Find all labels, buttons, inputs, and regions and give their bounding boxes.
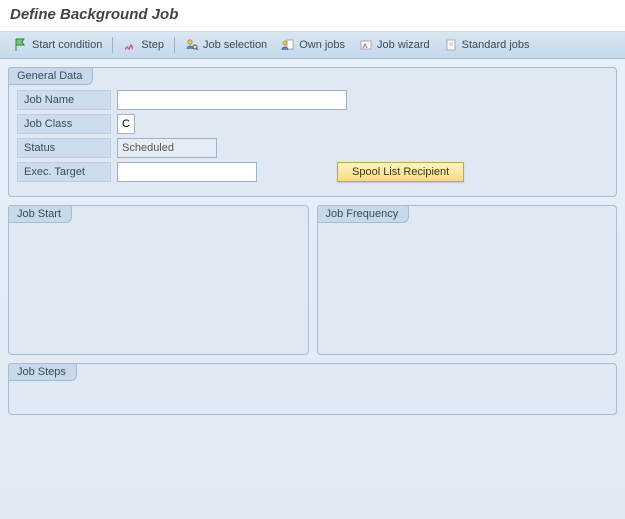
job-start-panel: Job Start bbox=[8, 205, 309, 355]
job-wizard-button[interactable]: Job wizard bbox=[353, 36, 436, 54]
job-selection-label: Job selection bbox=[203, 39, 267, 51]
own-jobs-label: Own jobs bbox=[299, 39, 345, 51]
page-title: Define Background Job bbox=[10, 6, 615, 23]
toolbar: Start condition Step Job selection Own j… bbox=[0, 32, 625, 59]
toolbar-separator bbox=[112, 37, 113, 53]
job-name-label: Job Name bbox=[17, 90, 111, 110]
person-doc-icon bbox=[281, 38, 295, 52]
wizard-icon bbox=[359, 38, 373, 52]
job-class-label: Job Class bbox=[17, 114, 111, 134]
job-frequency-panel: Job Frequency bbox=[317, 205, 618, 355]
general-data-title: General Data bbox=[8, 67, 93, 85]
job-steps-title: Job Steps bbox=[8, 363, 77, 381]
exec-target-input[interactable] bbox=[117, 162, 257, 182]
step-button[interactable]: Step bbox=[117, 36, 170, 54]
status-label: Status bbox=[17, 138, 111, 158]
page-header: Define Background Job bbox=[0, 0, 625, 32]
doc-icon bbox=[444, 38, 458, 52]
job-frequency-title: Job Frequency bbox=[317, 205, 410, 223]
standard-jobs-button[interactable]: Standard jobs bbox=[438, 36, 536, 54]
spool-list-recipient-button[interactable]: Spool List Recipient bbox=[337, 162, 464, 182]
own-jobs-button[interactable]: Own jobs bbox=[275, 36, 351, 54]
person-search-icon bbox=[185, 38, 199, 52]
start-condition-button[interactable]: Start condition bbox=[8, 36, 108, 54]
content-area: General Data Job Name Job Class Status E… bbox=[0, 59, 625, 519]
job-wizard-label: Job wizard bbox=[377, 39, 430, 51]
toolbar-separator bbox=[174, 37, 175, 53]
standard-jobs-label: Standard jobs bbox=[462, 39, 530, 51]
job-steps-panel: Job Steps bbox=[8, 363, 617, 415]
job-selection-button[interactable]: Job selection bbox=[179, 36, 273, 54]
general-data-panel: General Data Job Name Job Class Status E… bbox=[8, 67, 617, 197]
status-value bbox=[117, 138, 217, 158]
flag-icon bbox=[14, 38, 28, 52]
job-class-input[interactable] bbox=[117, 114, 135, 134]
job-name-input[interactable] bbox=[117, 90, 347, 110]
start-condition-label: Start condition bbox=[32, 39, 102, 51]
exec-target-label: Exec. Target bbox=[17, 162, 111, 182]
steps-icon bbox=[123, 38, 137, 52]
job-start-title: Job Start bbox=[8, 205, 72, 223]
step-label: Step bbox=[141, 39, 164, 51]
